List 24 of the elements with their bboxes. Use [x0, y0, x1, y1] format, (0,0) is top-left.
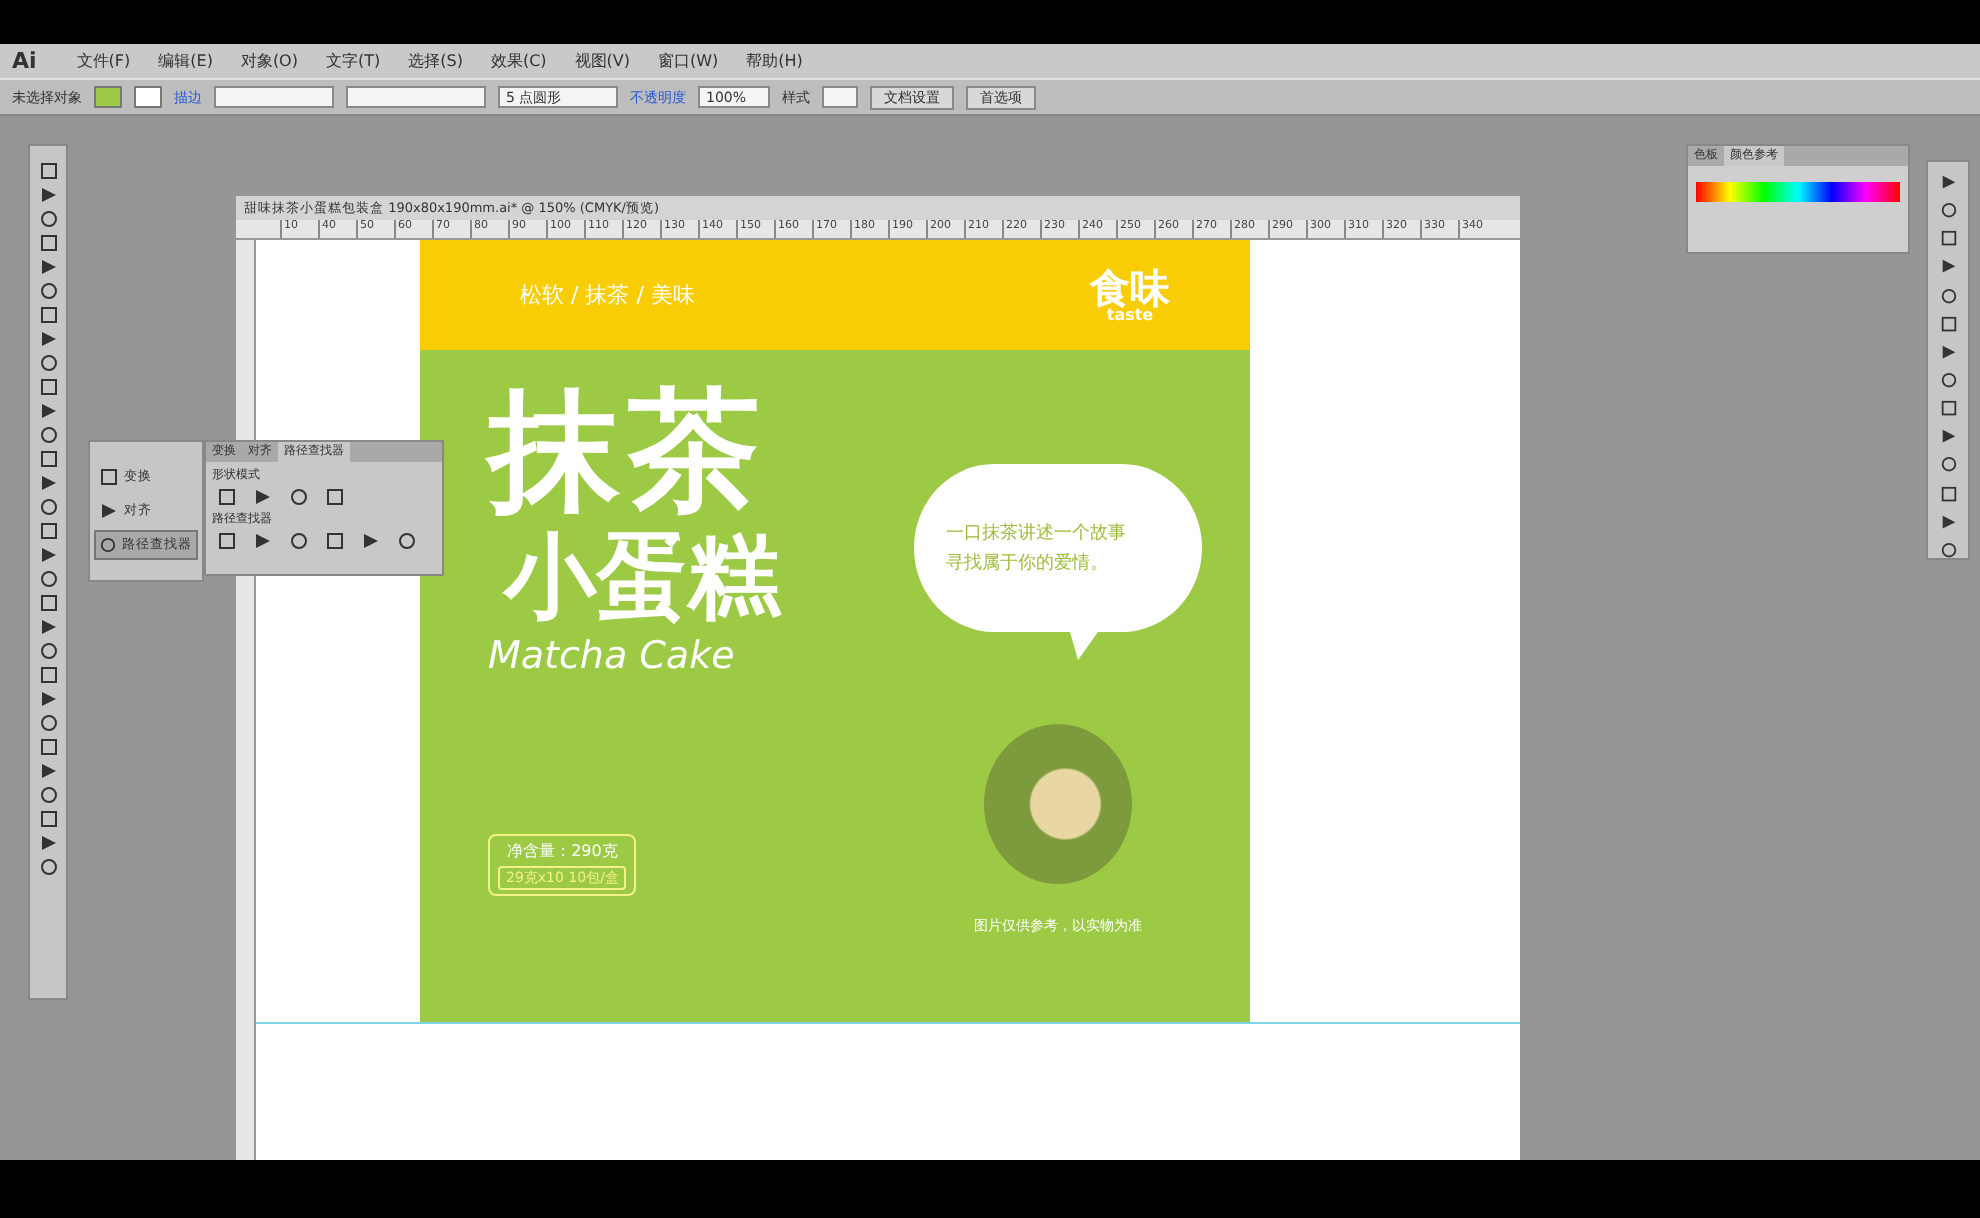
- stroke-weight-dropdown[interactable]: [214, 86, 334, 108]
- menu-item[interactable]: 效果(C): [490, 50, 547, 72]
- app-logo: Ai: [12, 48, 37, 74]
- menu-item[interactable]: 对象(O): [240, 50, 298, 72]
- tagline: 松软 / 抹茶 / 美味: [520, 280, 695, 310]
- net-content: 净含量：290克: [507, 840, 618, 863]
- style-dropdown[interactable]: [822, 86, 858, 108]
- menu-item[interactable]: 编辑(E): [158, 50, 213, 72]
- menu-item[interactable]: 视图(V): [574, 50, 630, 72]
- stroke-swatch[interactable]: [134, 86, 162, 108]
- bubble-text: 寻找属于你的爱情。: [946, 551, 1110, 576]
- menu-item[interactable]: 窗口(W): [658, 50, 719, 72]
- menu-item[interactable]: 帮助(H): [746, 50, 803, 72]
- brand-logo: 食味 taste: [1090, 267, 1170, 323]
- menu-item[interactable]: 文字(T): [325, 50, 381, 72]
- english-title: Matcha Cake: [488, 634, 735, 679]
- fill-swatch[interactable]: [94, 86, 122, 108]
- product-title: 抹茶: [488, 380, 768, 526]
- bubble-text: 一口抹茶讲述一个故事: [946, 521, 1128, 546]
- variable-width-dropdown[interactable]: [346, 86, 486, 108]
- menu-item[interactable]: 文件(F): [76, 50, 131, 72]
- product-subtitle: 小蛋糕: [504, 525, 780, 627]
- menu-item[interactable]: 选择(S): [408, 50, 463, 72]
- color-spectrum[interactable]: [1696, 182, 1900, 202]
